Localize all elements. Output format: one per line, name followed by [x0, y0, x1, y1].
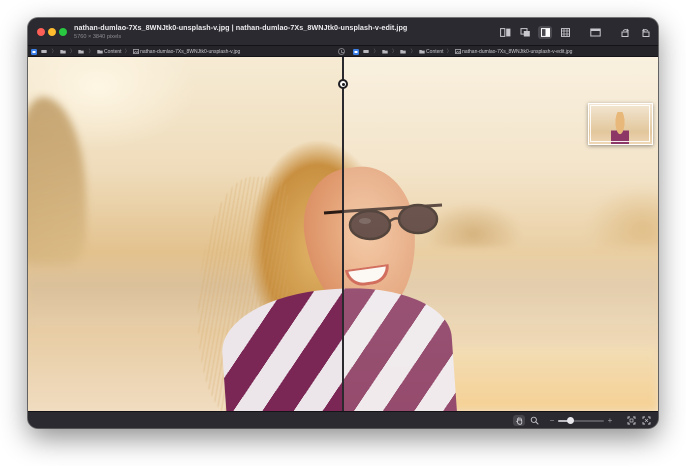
zoom-out-button[interactable]: −: [548, 415, 556, 426]
disk-icon: [41, 50, 47, 53]
path-separator: 〉: [88, 49, 94, 55]
magnifier-icon: [530, 416, 538, 425]
path-separator: 〉: [51, 49, 57, 55]
zoom-slider[interactable]: [558, 415, 604, 426]
overlay-button[interactable]: [518, 26, 532, 39]
title-block: nathan-dumlao-7Xs_8WNJtk0-unsplash-v.jpg…: [74, 23, 434, 40]
difference-button[interactable]: [558, 26, 572, 39]
view-mode-toolbar: [492, 25, 652, 39]
sidebar-button[interactable]: [588, 26, 602, 39]
path-folder[interactable]: [59, 49, 68, 54]
zoom-window-button[interactable]: [59, 28, 67, 36]
split-compare-icon: [540, 27, 550, 37]
path-folder[interactable]: [381, 49, 390, 54]
image-compare-canvas[interactable]: [28, 57, 658, 411]
rotate-left-button[interactable]: [618, 26, 632, 39]
bottom-bar: − +: [28, 411, 658, 428]
path-file[interactable]: nathan-dumlao-7Xs_8WNJtk0-unsplash-v.jpg: [132, 48, 241, 55]
left-image-path: 〉 〉 〉 Content 〉 nathan-dumlao-7Xs_8WNJtk…: [31, 46, 243, 57]
split-compare-button[interactable]: [538, 25, 552, 39]
fit-to-window-icon: [627, 416, 635, 425]
close-window-button[interactable]: [37, 28, 45, 36]
disk-icon: [363, 50, 369, 53]
path-file-label: nathan-dumlao-7Xs_8WNJtk0-unsplash-v-edi…: [462, 48, 573, 55]
rotate-left-icon: [621, 28, 629, 37]
image-dimensions: 5760 × 3840 pixels: [74, 33, 122, 40]
rotate-right-icon: [641, 28, 649, 37]
path-folder[interactable]: [78, 49, 86, 54]
fit-to-window-button[interactable]: [625, 415, 637, 426]
path-folder-label: Content: [104, 48, 122, 55]
overlay-icon: [520, 27, 530, 36]
navigator-thumbnail[interactable]: [588, 103, 653, 145]
compare-divider-top-handle[interactable]: [338, 79, 348, 89]
path-separator: 〉: [446, 49, 452, 55]
navigator-viewport-frame[interactable]: [590, 105, 650, 142]
drive-icon: [354, 50, 358, 53]
zoom-slider-thumb[interactable]: [567, 417, 575, 424]
app-window: nathan-dumlao-7Xs_8WNJtk0-unsplash-v.jpg…: [28, 18, 658, 428]
path-separator: 〉: [124, 49, 130, 55]
hand-icon: [515, 417, 522, 425]
actual-size-button[interactable]: [640, 415, 652, 426]
image-file-icon: [132, 49, 139, 54]
folder-icon: [96, 50, 103, 54]
path-bar: 〉 〉 〉 Content 〉 nathan-dumlao-7Xs_8WNJtk…: [28, 46, 658, 57]
folder-icon: [59, 50, 66, 54]
path-separator: 〉: [410, 49, 416, 55]
path-separator: 〉: [373, 49, 379, 55]
path-file-label: nathan-dumlao-7Xs_8WNJtk0-unsplash-v.jpg: [140, 48, 241, 55]
drive-badge[interactable]: [31, 48, 37, 55]
zoom-in-button[interactable]: +: [606, 415, 614, 426]
side-by-side-icon: [499, 27, 510, 37]
sync-paths-icon[interactable]: [338, 48, 345, 55]
rotate-right-button[interactable]: [638, 26, 652, 39]
drive-icon: [32, 50, 36, 53]
path-file[interactable]: nathan-dumlao-7Xs_8WNJtk0-unsplash-v-edi…: [454, 48, 573, 55]
zoom-toolbar: − +: [510, 415, 652, 426]
right-image-path: 〉 〉 〉 Content 〉 nathan-dumlao-7Xs_8WNJtk…: [353, 46, 575, 57]
path-folder-content[interactable]: Content: [96, 48, 122, 55]
path-folder-content[interactable]: Content: [418, 48, 444, 55]
path-volume[interactable]: [363, 49, 371, 54]
path-folder[interactable]: [400, 49, 408, 54]
side-by-side-button[interactable]: [498, 26, 512, 39]
window-title: nathan-dumlao-7Xs_8WNJtk0-unsplash-v.jpg…: [74, 23, 408, 32]
path-separator: 〉: [70, 49, 76, 55]
title-bar: nathan-dumlao-7Xs_8WNJtk0-unsplash-v.jpg…: [28, 18, 658, 46]
folder-icon: [381, 50, 388, 54]
minimize-window-button[interactable]: [48, 28, 56, 36]
folder-icon: [400, 50, 406, 54]
folder-icon: [78, 50, 84, 54]
background-rock: [28, 97, 86, 267]
drive-badge[interactable]: [353, 48, 359, 55]
image-file-icon: [454, 49, 461, 54]
path-separator: 〉: [392, 49, 398, 55]
difference-icon: [560, 27, 570, 37]
compare-divider-line[interactable]: [342, 57, 344, 411]
sidebar-icon: [589, 28, 601, 36]
zoom-tool-button[interactable]: [528, 415, 540, 426]
path-folder-label: Content: [426, 48, 444, 55]
folder-icon: [418, 50, 425, 54]
path-volume[interactable]: [41, 49, 49, 54]
expand-icon: [642, 416, 650, 425]
pan-tool-button[interactable]: [513, 415, 525, 426]
